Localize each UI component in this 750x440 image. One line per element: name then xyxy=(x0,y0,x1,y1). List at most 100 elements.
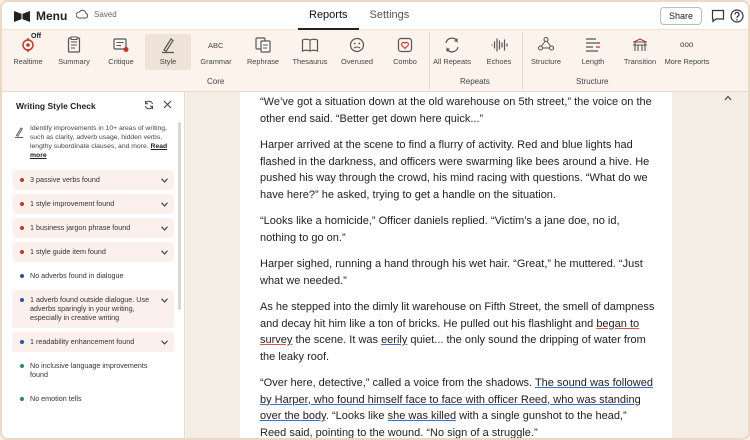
style-issue-item[interactable]: 1 readability enhancement found xyxy=(12,332,174,352)
issue-text: 1 business jargon phrase found xyxy=(30,223,131,232)
severity-dot xyxy=(20,178,24,182)
group-label-core: Core xyxy=(207,77,225,86)
style-icon xyxy=(162,38,174,54)
saved-label: Saved xyxy=(94,10,117,19)
severity-dot xyxy=(20,274,24,278)
echoes-icon xyxy=(491,38,508,52)
tool-critique[interactable]: Critique xyxy=(98,34,144,70)
tool-length[interactable]: Length xyxy=(570,34,616,70)
doc-paragraph: As he stepped into the dimly lit warehou… xyxy=(260,299,656,365)
tool-label: Transition xyxy=(623,57,657,66)
menu-button[interactable]: Menu xyxy=(14,9,67,23)
severity-dot xyxy=(20,340,24,344)
tool-label: Length xyxy=(581,57,605,66)
chevron-down-icon[interactable] xyxy=(161,202,168,207)
chevron-down-icon[interactable] xyxy=(161,250,168,255)
scroll-up-chevron-icon[interactable] xyxy=(724,94,732,102)
tool-combo[interactable]: Combo xyxy=(382,34,428,70)
severity-dot xyxy=(20,250,24,254)
document-page[interactable]: “We’ve got a situation down at the old w… xyxy=(240,92,672,438)
severity-dot xyxy=(20,202,24,206)
saved-status: Saved xyxy=(76,9,117,20)
chevron-down-icon[interactable] xyxy=(161,298,168,303)
tool-style[interactable]: Style xyxy=(145,34,191,70)
doc-text: . “Looks like xyxy=(325,410,388,422)
doc-paragraph: Harper sighed, running a hand through hi… xyxy=(260,258,643,287)
tool-all-repeats[interactable]: All Repeats xyxy=(429,34,475,70)
svg-text:ooo: ooo xyxy=(680,40,694,49)
panel-scrollbar[interactable] xyxy=(178,122,181,310)
tool-grammar[interactable]: ABC Grammar xyxy=(193,34,239,70)
svg-text:ABC: ABC xyxy=(208,41,224,50)
tool-label: Style xyxy=(159,57,177,66)
style-issue-item[interactable]: 3 passive verbs found xyxy=(12,170,174,190)
group-label-structure: Structure xyxy=(576,77,609,86)
tool-label: Grammar xyxy=(200,57,232,66)
tool-realtime[interactable]: Off Realtime xyxy=(5,33,51,70)
share-button[interactable]: Share xyxy=(660,7,702,25)
issue-text: 3 passive verbs found xyxy=(30,175,100,184)
chevron-down-icon[interactable] xyxy=(161,340,168,345)
summary-icon xyxy=(67,36,81,53)
doc-paragraph: “Over here, detective,” called a voice f… xyxy=(260,375,656,438)
tool-structure[interactable]: Structure xyxy=(523,34,569,70)
transition-icon xyxy=(633,38,647,51)
severity-dot xyxy=(20,397,24,401)
thesaurus-icon xyxy=(301,38,319,52)
style-issue-item[interactable]: 1 style improvement found xyxy=(12,194,174,214)
panel-intro-text: Identify improvements in 10+ areas of wr… xyxy=(30,124,174,160)
issue-text: No emotion tells xyxy=(30,394,82,403)
doc-paragraph: Harper arrived at the scene to find a fl… xyxy=(260,139,650,201)
severity-dot xyxy=(20,364,24,368)
writing-style-panel: Writing Style Check Identify improvement… xyxy=(2,92,185,438)
comment-icon[interactable] xyxy=(711,9,725,23)
tool-label: Realtime xyxy=(13,57,43,66)
tool-thesaurus[interactable]: Thesaurus xyxy=(287,34,333,70)
group-label-repeats: Repeats xyxy=(460,77,490,86)
style-issue-item: No emotion tells xyxy=(12,389,174,409)
tab-settings[interactable]: Settings xyxy=(359,2,421,30)
chevron-down-icon[interactable] xyxy=(161,226,168,231)
cloud-sync-icon xyxy=(76,9,88,19)
tool-label: Overused xyxy=(340,57,374,66)
refresh-icon[interactable] xyxy=(144,100,154,110)
help-icon[interactable] xyxy=(730,9,744,23)
doc-paragraph: “Looks like a homicide,” Officer daniels… xyxy=(260,215,620,244)
panel-intro: Identify improvements in 10+ areas of wr… xyxy=(14,124,174,160)
flagged-passive-blue[interactable]: she was killed xyxy=(388,410,456,422)
style-issue-item: No inclusive language improvements found xyxy=(12,356,174,385)
chevron-down-icon[interactable] xyxy=(161,178,168,183)
style-issue-item[interactable]: 1 style guide item found xyxy=(12,242,174,262)
severity-dot xyxy=(20,298,24,302)
issue-text: 1 adverb found outside dialogue. Use adv… xyxy=(30,295,150,322)
app-window: Menu Saved Reports Settings Share Off Re… xyxy=(0,0,750,440)
tool-overused[interactable]: Overused xyxy=(334,34,380,70)
tab-reports[interactable]: Reports xyxy=(298,2,359,30)
all-repeats-icon xyxy=(445,37,459,53)
top-bar: Menu Saved Reports Settings Share xyxy=(2,2,748,30)
style-issue-list: 3 passive verbs found 1 style improvement… xyxy=(12,170,174,413)
doc-text: the scene. It was xyxy=(292,334,382,346)
tool-echoes[interactable]: Echoes xyxy=(476,34,522,70)
tool-rephrase[interactable]: Rephrase xyxy=(240,34,286,70)
tool-transition[interactable]: Transition xyxy=(617,34,663,70)
tool-label: Summary xyxy=(58,57,90,66)
flagged-adverb-blue[interactable]: eerily xyxy=(381,334,407,346)
style-issue-item[interactable]: 1 adverb found outside dialogue. Use adv… xyxy=(12,290,174,328)
issue-text: 1 style improvement found xyxy=(30,199,115,208)
overused-icon xyxy=(349,37,365,53)
tool-summary[interactable]: Summary xyxy=(51,34,97,70)
panel-header: Writing Style Check xyxy=(2,92,185,118)
report-toolbar: Off Realtime Summary Critique Style ABC … xyxy=(2,30,748,92)
length-icon xyxy=(586,38,600,52)
more-reports-icon: ooo xyxy=(680,40,694,49)
severity-dot xyxy=(20,226,24,230)
style-pen-icon xyxy=(15,127,23,138)
issue-text: No adverbs found in dialogue xyxy=(30,271,124,280)
intro-text: Identify improvements in 10+ areas of wr… xyxy=(30,125,167,150)
structure-icon xyxy=(537,36,555,51)
close-icon[interactable] xyxy=(163,100,172,109)
tool-label: Rephrase xyxy=(246,57,280,66)
style-issue-item[interactable]: 1 business jargon phrase found xyxy=(12,218,174,238)
tool-more-reports[interactable]: ooo More Reports xyxy=(664,34,710,70)
